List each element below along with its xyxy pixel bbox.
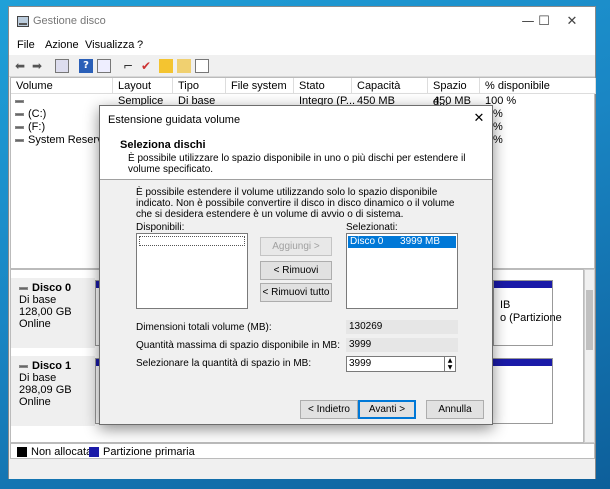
column-header-layout[interactable]: Layout: [113, 78, 173, 94]
volume-label: (C:): [28, 108, 47, 120]
list-view-icon[interactable]: [195, 59, 209, 73]
title-bar: Gestione disco — ☐ ✕: [9, 7, 595, 37]
focus-rect: [139, 236, 245, 246]
selected-label: Selezionati:: [346, 222, 398, 233]
max-space-value: 3999: [346, 338, 458, 352]
drive-icon: [15, 99, 24, 103]
column-header-tipo[interactable]: Tipo: [173, 78, 226, 94]
partition-label: IB: [500, 299, 511, 311]
disk-0-card[interactable]: Disco 0 Di base 128,00 GB Online: [11, 278, 95, 348]
wizard-title: Estensione guidata volume: [108, 114, 241, 126]
remove-button[interactable]: < Rimuovi: [260, 261, 332, 280]
partition-color-strip: [494, 281, 552, 288]
disk-1-type: Di base: [19, 372, 57, 384]
disk-0-type: Di base: [19, 294, 57, 306]
partition-label: o (Partizione: [500, 312, 562, 324]
wizard-header: Seleziona dischi È possibile utilizzare …: [100, 134, 492, 180]
wizard-heading: Seleziona dischi: [120, 139, 206, 151]
drive-icon: [15, 125, 24, 129]
column-header-spazio[interactable]: Spazio d...: [428, 78, 480, 108]
column-header-capacita[interactable]: Capacità: [352, 78, 428, 94]
add-button[interactable]: Aggiungi >: [260, 237, 332, 256]
selected-disks-list[interactable]: Disco 0 3999 MB: [346, 233, 458, 309]
properties-icon[interactable]: [97, 59, 111, 73]
close-button[interactable]: ✕: [549, 7, 595, 37]
vertical-scrollbar[interactable]: [584, 269, 595, 443]
menu-file[interactable]: File: [17, 39, 35, 51]
legend-label-unallocated: Non allocata: [31, 446, 93, 458]
max-space-label: Quantità massima di spazio disponibile i…: [136, 340, 340, 351]
connect-icon[interactable]: ⌐: [121, 59, 135, 73]
wizard-description: È possibile estendere il volume utilizza…: [136, 187, 455, 220]
menu-visualizza[interactable]: Visualizza: [85, 39, 134, 51]
wizard-subtext: È possibile utilizzare lo spazio disponi…: [128, 153, 466, 175]
space-amount-label: Selezionare la quantità di spazio in MB:: [136, 358, 312, 369]
total-size-value: 130269: [346, 320, 458, 334]
cancel-button[interactable]: Annulla: [426, 400, 484, 419]
disk-icon: [19, 364, 28, 368]
total-size-label: Dimensioni totali volume (MB):: [136, 322, 272, 333]
legend-label-primary: Partizione primaria: [103, 446, 195, 458]
drive-icon: [15, 112, 24, 116]
console-icon[interactable]: [55, 59, 69, 73]
table-cell: %: [493, 134, 503, 146]
table-cell: %: [493, 121, 503, 133]
stepper-up-icon[interactable]: ▲: [445, 357, 455, 364]
available-disks-list[interactable]: [136, 233, 248, 309]
legend-swatch-unallocated: [17, 447, 27, 457]
help-icon[interactable]: ?: [79, 59, 93, 73]
extend-volume-wizard: Estensione guidata volume ✕ Seleziona di…: [99, 105, 493, 425]
remove-all-button[interactable]: < Rimuovi tutto: [260, 283, 332, 302]
toolbar: ⬅ ➡ ? ⌐ ✔: [9, 55, 595, 77]
legend: Non allocata Partizione primaria: [10, 443, 595, 459]
back-button[interactable]: < Indietro: [300, 400, 358, 419]
scrollbar-thumb[interactable]: [586, 290, 593, 350]
disk-0-name: Disco 0: [32, 282, 72, 294]
wizard-close-button[interactable]: ✕: [470, 110, 488, 128]
forward-arrow-icon[interactable]: ➡: [30, 59, 44, 73]
checklist-icon[interactable]: ✔: [139, 59, 153, 73]
window-title: Gestione disco: [33, 15, 106, 27]
stepper-down-icon[interactable]: ▼: [445, 364, 455, 371]
column-header-disponibile[interactable]: % disponibile: [480, 78, 596, 94]
folder-icon[interactable]: [159, 59, 173, 73]
drive-icon: [15, 138, 24, 142]
disk-1-name: Disco 1: [32, 360, 72, 372]
table-row[interactable]: (F:): [15, 121, 45, 133]
disk-0-partition-right[interactable]: IB o (Partizione: [493, 280, 562, 346]
disk-0-size: 128,00 GB: [19, 306, 72, 318]
wizard-title-bar: Estensione guidata volume ✕: [100, 106, 492, 134]
disk-0-status: Online: [19, 318, 51, 330]
disk-1-card[interactable]: Disco 1 Di base 298,09 GB Online: [11, 356, 95, 426]
back-arrow-icon[interactable]: ⬅: [13, 59, 27, 73]
next-button[interactable]: Avanti >: [358, 400, 416, 419]
menu-bar: File Azione Visualizza ?: [9, 37, 595, 55]
table-cell: %: [493, 108, 503, 120]
space-amount-input[interactable]: 3999: [346, 356, 445, 372]
table-row[interactable]: (C:): [15, 108, 46, 120]
status-bar: [9, 460, 595, 479]
column-header-file-system[interactable]: File system: [226, 78, 294, 94]
menu-help[interactable]: ?: [137, 39, 143, 51]
menu-azione[interactable]: Azione: [45, 39, 79, 51]
folder-open-icon[interactable]: [177, 59, 191, 73]
column-header-volume[interactable]: Volume: [11, 78, 113, 94]
column-header-stato[interactable]: Stato: [294, 78, 352, 94]
disk-1-status: Online: [19, 396, 51, 408]
disk-management-icon: [17, 16, 29, 27]
volume-label: (F:): [28, 121, 46, 133]
table-row[interactable]: [15, 95, 28, 107]
space-amount-stepper[interactable]: ▲ ▼: [445, 356, 456, 372]
disk-1-size: 298,09 GB: [19, 384, 72, 396]
list-item[interactable]: Disco 0 3999 MB: [348, 236, 456, 248]
legend-swatch-primary: [89, 447, 99, 457]
disk-icon: [19, 286, 28, 290]
available-label: Disponibili:: [136, 222, 185, 233]
